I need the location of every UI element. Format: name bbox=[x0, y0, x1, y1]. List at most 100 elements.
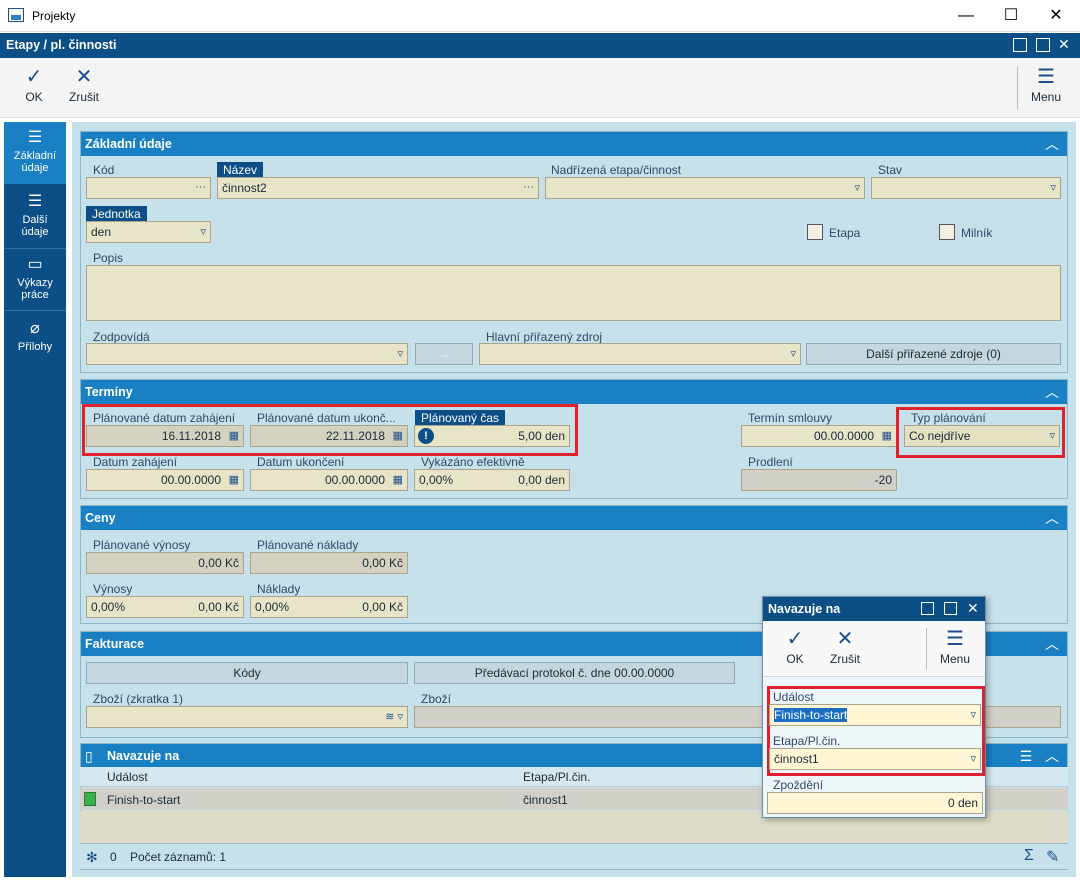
goods-short-field[interactable]: ≋ ▿ bbox=[86, 706, 408, 728]
ellipsis-icon[interactable]: ··· bbox=[523, 181, 534, 193]
plan-cost-label: Plánované náklady bbox=[257, 538, 359, 552]
toolbar-divider bbox=[926, 628, 927, 670]
plan-start-value: 16.11.2018 bbox=[161, 429, 221, 443]
plan-cost-field[interactable]: 0,00 Kč bbox=[250, 552, 408, 574]
nav-item-basic[interactable]: ☰ Základní údaje bbox=[4, 122, 66, 184]
stage-value: činnost1 bbox=[774, 752, 819, 766]
plan-rev-field[interactable]: 0,00 Kč bbox=[86, 552, 244, 574]
menu-button[interactable]: ☰ Menu bbox=[1022, 64, 1070, 112]
plan-end-field[interactable]: 22.11.2018 ▦ bbox=[250, 425, 408, 447]
cancel-button[interactable]: ✕ Zrušit bbox=[60, 64, 108, 112]
collapse-icon[interactable]: ︿ bbox=[1041, 383, 1063, 401]
plan-rev-label: Plánované výnosy bbox=[93, 538, 191, 552]
dialog-delay-field[interactable]: 0 den bbox=[767, 792, 983, 814]
stage-select[interactable]: činnost1 ▿ bbox=[769, 748, 981, 770]
protocol-button[interactable]: Předávací protokol č. dne 00.00.0000 bbox=[414, 662, 735, 684]
col-event-header[interactable]: Událost bbox=[107, 770, 148, 784]
cost-value: 0,00 Kč bbox=[362, 600, 403, 614]
zodpovida-field[interactable]: ▿ bbox=[86, 343, 408, 365]
subwindow-close-icon[interactable]: ✕ bbox=[1058, 36, 1070, 53]
plan-type-select[interactable]: Co nejdříve ▿ bbox=[904, 425, 1060, 447]
zdroj-field[interactable]: ▿ bbox=[479, 343, 801, 365]
dialog-menu-label: Menu bbox=[939, 652, 971, 666]
delay-field: -20 bbox=[741, 469, 897, 491]
dock-icon[interactable] bbox=[1013, 38, 1027, 52]
plan-time-field[interactable]: ! 5,00 den bbox=[414, 425, 570, 447]
event-select[interactable]: Finish-to-start ▿ bbox=[769, 704, 981, 726]
milnik-checkbox[interactable] bbox=[939, 224, 955, 240]
rev-field[interactable]: 0,00% 0,00 Kč bbox=[86, 596, 244, 618]
stav-field[interactable]: ▿ bbox=[871, 177, 1061, 199]
calendar-icon[interactable]: ▦ bbox=[229, 473, 239, 486]
link-dialog: Navazuje na ✕ ✓ OK ✕ Zrušit ☰ Menu Událo… bbox=[762, 596, 986, 818]
close-icon: ✕ bbox=[75, 66, 93, 88]
start-field[interactable]: 00.00.0000 ▦ bbox=[86, 469, 244, 491]
row-event: Finish-to-start bbox=[107, 793, 181, 807]
dock-icon[interactable] bbox=[921, 602, 934, 615]
subwindow-title: Etapy / pl. činnosti bbox=[6, 38, 117, 52]
dropdown-icon[interactable]: ▿ bbox=[790, 347, 796, 360]
plan-start-field[interactable]: 16.11.2018 ▦ bbox=[86, 425, 244, 447]
nav-item-more[interactable]: ☰ Další údaje bbox=[4, 186, 66, 246]
document-icon bbox=[84, 792, 96, 806]
close-button[interactable]: ✕ bbox=[1033, 0, 1079, 32]
more-resources-button[interactable]: Další přiřazené zdroje (0) bbox=[806, 343, 1061, 365]
nav-label: údaje bbox=[21, 162, 49, 174]
contract-field[interactable]: 00.00.0000 ▦ bbox=[741, 425, 897, 447]
calendar-icon[interactable]: ▦ bbox=[393, 429, 403, 442]
dropdown-icon[interactable]: ▿ bbox=[854, 181, 860, 194]
etapa-checkbox[interactable] bbox=[807, 224, 823, 240]
cost-field[interactable]: 0,00% 0,00 Kč bbox=[250, 596, 408, 618]
arrow-right-button[interactable]: → bbox=[415, 343, 473, 365]
calendar-icon[interactable]: ▦ bbox=[393, 473, 403, 486]
toolbar-divider bbox=[1017, 66, 1018, 110]
calendar-icon[interactable]: ▦ bbox=[229, 429, 239, 442]
dropdown-icon[interactable]: ≋ ▿ bbox=[385, 710, 403, 723]
dropdown-icon[interactable]: ▿ bbox=[970, 752, 976, 765]
dialog-cancel-label: Zrušit bbox=[830, 652, 860, 666]
ok-button[interactable]: ✓ OK bbox=[10, 64, 58, 112]
sum-icon[interactable]: Σ bbox=[1024, 847, 1034, 865]
effective-label: Vykázáno efektivně bbox=[421, 455, 525, 469]
parent-field[interactable]: ▿ bbox=[545, 177, 865, 199]
effective-field[interactable]: 0,00% 0,00 den bbox=[414, 469, 570, 491]
collapse-icon[interactable]: ︿ bbox=[1041, 635, 1063, 653]
rev-value: 0,00 Kč bbox=[198, 600, 239, 614]
collapse-icon[interactable]: ︿ bbox=[1041, 135, 1063, 153]
popis-textarea[interactable] bbox=[86, 265, 1061, 321]
end-field[interactable]: 00.00.0000 ▦ bbox=[250, 469, 408, 491]
dropdown-icon[interactable]: ▿ bbox=[1050, 181, 1056, 194]
edit-icon[interactable]: ✎ bbox=[1046, 847, 1059, 867]
start-label: Datum zahájení bbox=[93, 455, 178, 469]
etapa-label: Etapa bbox=[829, 226, 861, 240]
nav-label: práce bbox=[21, 289, 49, 301]
dialog-ok-button[interactable]: ✓ OK bbox=[771, 626, 819, 672]
collapse-icon[interactable]: ︿ bbox=[1041, 509, 1063, 527]
codes-button[interactable]: Kódy bbox=[86, 662, 408, 684]
restore-icon[interactable] bbox=[1036, 38, 1050, 52]
nazev-field[interactable]: činnost2 ··· bbox=[217, 177, 539, 199]
grid-footer: ✻ 0 Počet záznamů: 1 Σ ✎ bbox=[80, 843, 1068, 869]
dropdown-icon[interactable]: ▿ bbox=[397, 347, 403, 360]
dropdown-icon[interactable]: ▿ bbox=[1049, 429, 1055, 442]
nav-item-attachments[interactable]: ⌀ Přílohy bbox=[4, 310, 66, 370]
jednotka-field[interactable]: den ▿ bbox=[86, 221, 211, 243]
grid-menu-icon[interactable]: ☰ bbox=[1015, 747, 1037, 765]
dropdown-icon[interactable]: ▿ bbox=[200, 225, 206, 238]
maximize-button[interactable]: ☐ bbox=[988, 0, 1034, 32]
col-stage-header[interactable]: Etapa/Pl.čin. bbox=[523, 770, 590, 784]
book-icon: ▯ bbox=[85, 748, 93, 764]
minimize-button[interactable]: — bbox=[943, 0, 989, 32]
dialog-cancel-button[interactable]: ✕ Zrušit bbox=[821, 626, 869, 672]
ellipsis-icon[interactable]: ··· bbox=[195, 181, 206, 193]
dropdown-icon[interactable]: ▿ bbox=[970, 708, 976, 721]
dialog-menu-button[interactable]: ☰ Menu bbox=[931, 626, 979, 672]
snowflake-icon[interactable]: ✻ bbox=[86, 849, 98, 866]
collapse-icon[interactable]: ︿ bbox=[1041, 747, 1063, 765]
dialog-close-icon[interactable]: ✕ bbox=[967, 600, 979, 617]
kod-field[interactable]: ··· bbox=[86, 177, 211, 199]
contract-label: Termín smlouvy bbox=[748, 411, 833, 425]
maximize-icon[interactable] bbox=[944, 602, 957, 615]
calendar-icon[interactable]: ▦ bbox=[882, 429, 892, 442]
nav-item-work-reports[interactable]: ▭ Výkazy práce bbox=[4, 248, 66, 308]
